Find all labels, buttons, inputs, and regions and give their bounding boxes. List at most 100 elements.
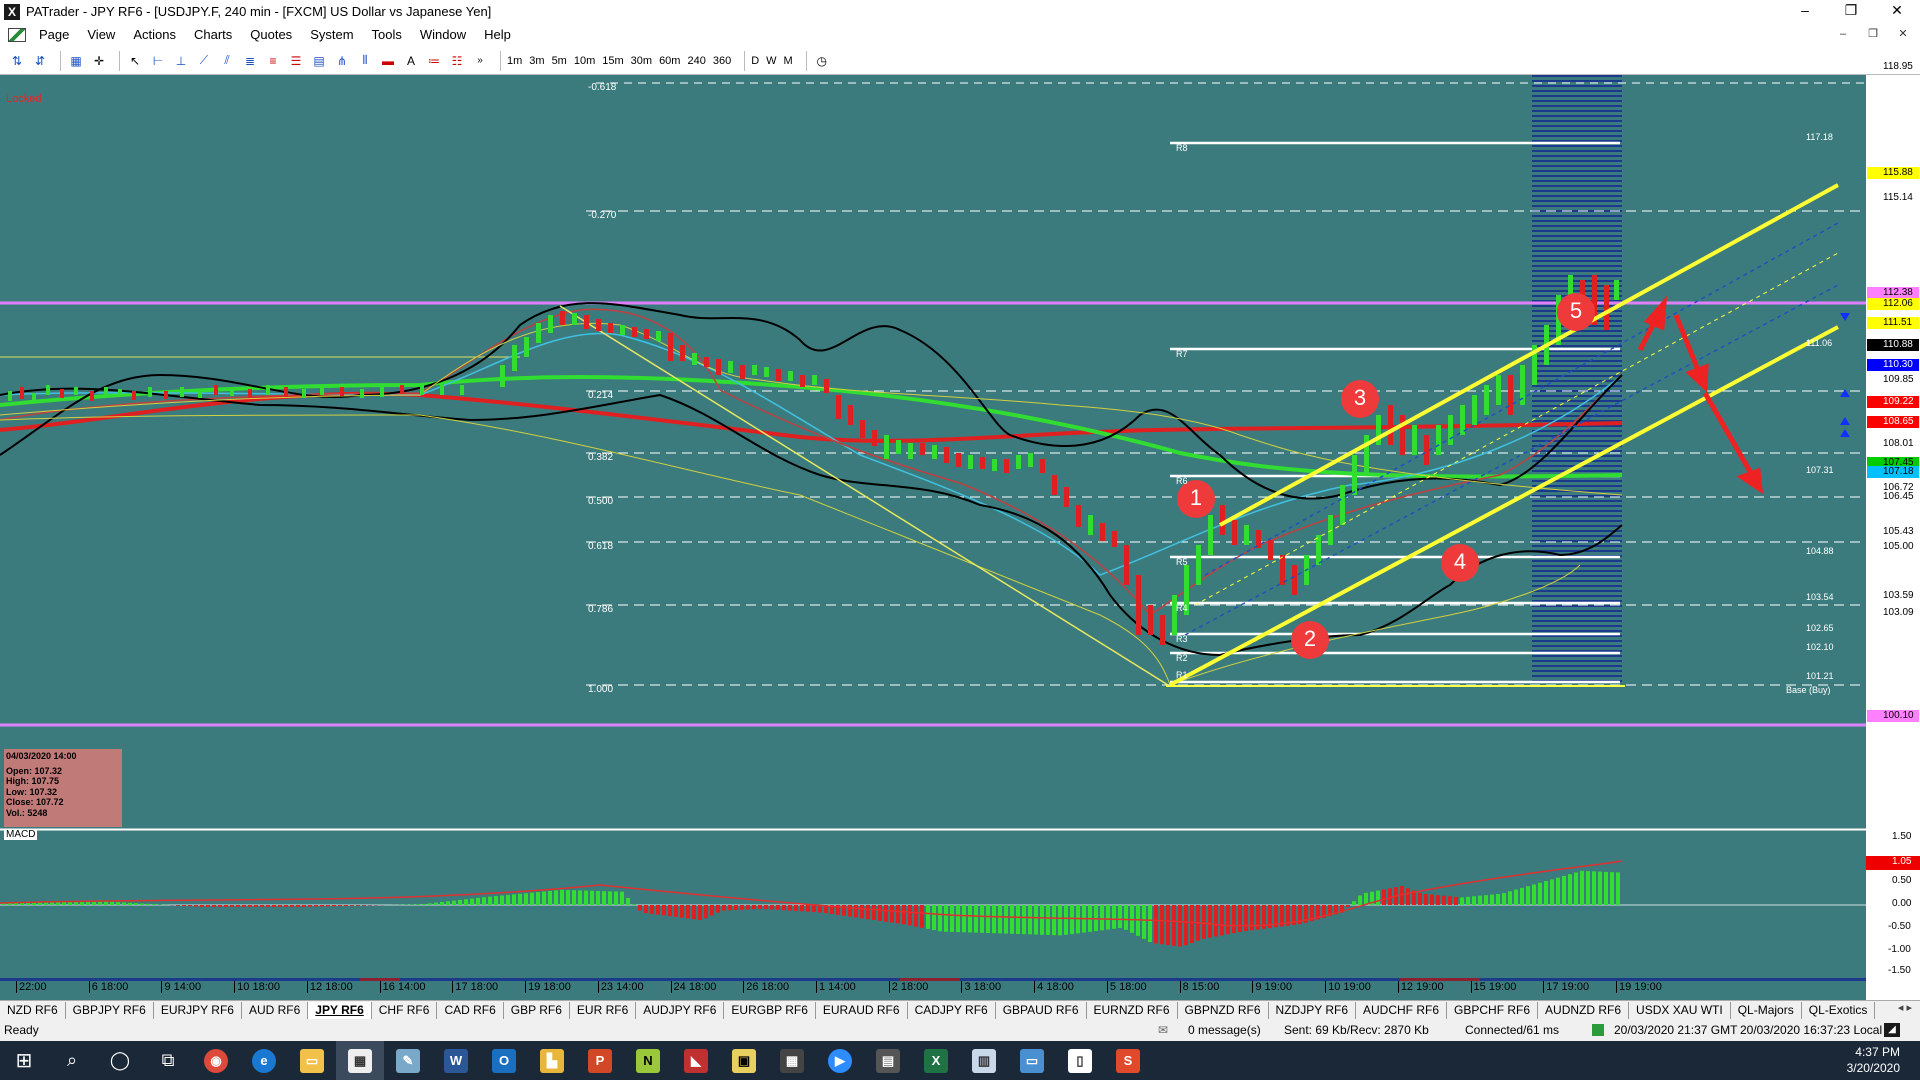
close-button[interactable]: ✕ [1874,0,1920,23]
tab-euraud-rf6[interactable]: EURAUD RF6 [816,1001,908,1019]
mdi-restore-button[interactable]: ❐ [1860,26,1886,44]
search-icon[interactable]: ⌕ [48,1041,96,1080]
ninja-icon[interactable]: N [624,1041,672,1080]
levels-icon[interactable]: ☷ [448,52,466,70]
fibonacci-icon[interactable]: ≣ [241,52,259,70]
tab-aud-rf6[interactable]: AUD RF6 [242,1001,309,1019]
menu-help[interactable]: Help [475,23,520,47]
word-icon[interactable]: W [432,1041,480,1080]
order-icon[interactable]: ⇵ [31,52,49,70]
calculator-icon[interactable]: ▦ [768,1041,816,1080]
patrader-icon[interactable]: ▦ [336,1041,384,1080]
tab-audnzd-rf6[interactable]: AUDNZD RF6 [1538,1001,1630,1019]
menu-system[interactable]: System [301,23,362,47]
taskbar-clock[interactable]: 4:37 PM 3/20/2020 [1847,1044,1900,1076]
tf-weekly-button[interactable]: W [766,55,776,67]
tab-gbpchf-rf6[interactable]: GBPCHF RF6 [1447,1001,1539,1019]
excel-icon[interactable]: X [912,1041,960,1080]
tab-eurjpy-rf6[interactable]: EURJPY RF6 [154,1001,242,1019]
minimize-button[interactable]: – [1782,0,1828,23]
horizontal-line-icon[interactable]: ⊢ [149,52,167,70]
bird-app-icon[interactable]: ◣ [672,1041,720,1080]
buy-sell-icon[interactable]: ⇅ [8,52,26,70]
tab-gbp-rf6[interactable]: GBP RF6 [504,1001,570,1019]
tab-audjpy-rf6[interactable]: AUDJPY RF6 [636,1001,725,1019]
fib-fan-icon[interactable]: ≡ [264,52,282,70]
mdi-minimize-button[interactable]: – [1830,26,1856,44]
chrome-icon[interactable]: ◉ [192,1041,240,1080]
vertical-line-icon[interactable]: ⊥ [172,52,190,70]
tf-15m-button[interactable]: 15m [602,55,623,67]
price-chart[interactable] [0,75,1920,1000]
photo-app-icon[interactable]: ▣ [720,1041,768,1080]
pivot-icon[interactable]: ≔ [425,52,443,70]
fib-arc-icon[interactable]: ☰ [287,52,305,70]
tf-240-button[interactable]: 240 [687,55,705,67]
more-tools-icon[interactable]: » [471,52,489,70]
mdi-close-button[interactable]: ✕ [1890,26,1916,44]
tab-chf-rf6[interactable]: CHF RF6 [372,1001,438,1019]
trend-line-icon[interactable]: ⟋ [195,52,213,70]
menu-page[interactable]: Page [30,23,78,47]
menu-quotes[interactable]: Quotes [241,23,301,47]
tab-eurnzd-rf6[interactable]: EURNZD RF6 [1087,1001,1178,1019]
menu-view[interactable]: View [78,23,124,47]
tf-5m-button[interactable]: 5m [552,55,567,67]
outlook-icon[interactable]: O [480,1041,528,1080]
tf-3m-button[interactable]: 3m [529,55,544,67]
powerpoint-icon[interactable]: P [576,1041,624,1080]
tab-ql-majors[interactable]: QL-Majors [1731,1001,1802,1019]
tab-cadjpy-rf6[interactable]: CADJPY RF6 [908,1001,996,1019]
macd-bar [1484,895,1488,905]
tab-gbpaud-rf6[interactable]: GBPAUD RF6 [996,1001,1087,1019]
tf-monthly-button[interactable]: M [784,55,793,67]
menu-actions[interactable]: Actions [124,23,185,47]
snagit-icon[interactable]: S [1104,1041,1152,1080]
chart-area[interactable]: Locked -0.618 -0.270 0.214 0.382 0.500 0… [0,61,1920,1000]
calendar-icon[interactable]: ▤ [864,1041,912,1080]
andrews-pitchfork-icon[interactable]: ⋔ [333,52,351,70]
text-icon[interactable]: A [402,52,420,70]
tab-eur-rf6[interactable]: EUR RF6 [570,1001,637,1019]
channel-icon[interactable]: ⫽ [218,52,236,70]
tab-usdx-xau-wti[interactable]: USDX XAU WTI [1629,1001,1731,1019]
notepad-icon[interactable]: ✎ [384,1041,432,1080]
tab-nzd-rf6[interactable]: NZD RF6 [0,1001,66,1019]
folder-app-icon[interactable]: ▙ [528,1041,576,1080]
tf-360-button[interactable]: 360 [713,55,731,67]
tf-1m-button[interactable]: 1m [507,55,522,67]
menu-charts[interactable]: Charts [185,23,241,47]
start-icon[interactable]: ⊞ [0,1041,48,1080]
tab-scroll-arrows[interactable]: ◂ ▸ [1898,1001,1912,1014]
task-view-icon[interactable]: ⧉ [144,1041,192,1080]
tab-gbpnzd-rf6[interactable]: GBPNZD RF6 [1178,1001,1269,1019]
tab-audchf-rf6[interactable]: AUDCHF RF6 [1356,1001,1448,1019]
tab-eurgbp-rf6[interactable]: EURGBP RF6 [724,1001,816,1019]
zoom-icon[interactable]: ▶ [816,1041,864,1080]
tab-nzdjpy-rf6[interactable]: NZDJPY RF6 [1269,1001,1356,1019]
cortana-icon[interactable]: ◯ [96,1041,144,1080]
menu-window[interactable]: Window [411,23,475,47]
file-explorer-icon[interactable]: ▭ [288,1041,336,1080]
tf-10m-button[interactable]: 10m [574,55,595,67]
rectangle-icon[interactable]: ▬ [379,52,397,70]
menu-tools[interactable]: Tools [363,23,411,47]
tab-ql-exotics[interactable]: QL-Exotics [1802,1001,1876,1019]
maximize-button[interactable]: ❐ [1828,0,1874,23]
gann-icon[interactable]: ▤ [310,52,328,70]
chart-app-icon[interactable]: ▥ [960,1041,1008,1080]
new-chart-icon[interactable]: ▦ [67,52,85,70]
tf-daily-button[interactable]: D [751,55,759,67]
crosshair-icon[interactable]: ✛ [90,52,108,70]
document-icon[interactable]: ▯ [1056,1041,1104,1080]
tf-60m-button[interactable]: 60m [659,55,680,67]
cursor-icon[interactable]: ↖ [126,52,144,70]
tf-30m-button[interactable]: 30m [631,55,652,67]
edge-icon[interactable]: e [240,1041,288,1080]
cycle-lines-icon[interactable]: ⦀ [356,52,374,70]
tab-jpy-rf6[interactable]: JPY RF6 [308,1001,372,1019]
window-app-icon[interactable]: ▭ [1008,1041,1056,1080]
clock-icon[interactable]: ◷ [813,52,831,70]
tab-cad-rf6[interactable]: CAD RF6 [437,1001,504,1019]
tab-gbpjpy-rf6[interactable]: GBPJPY RF6 [66,1001,154,1019]
